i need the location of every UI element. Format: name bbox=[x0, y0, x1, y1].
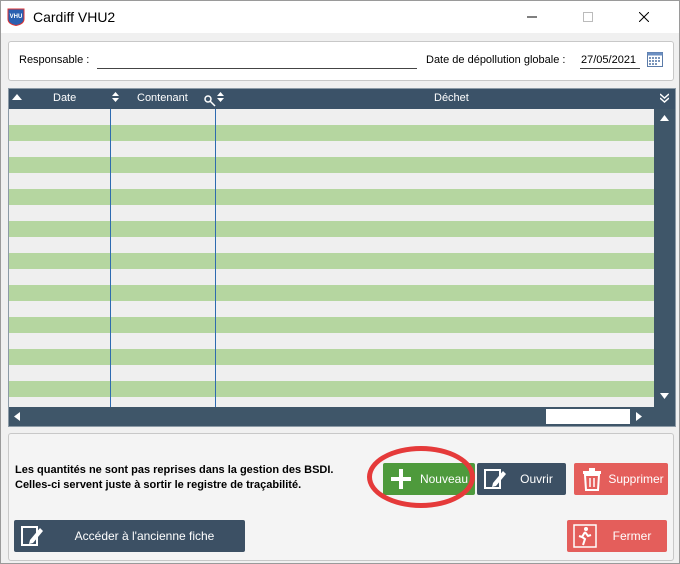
close-button-label: Fermer bbox=[612, 529, 652, 543]
date-field-underline bbox=[580, 68, 640, 69]
expand-down-icon[interactable] bbox=[660, 93, 669, 103]
responsable-field[interactable] bbox=[97, 68, 417, 69]
waste-table[interactable]: Date Contenant Déchet bbox=[8, 88, 676, 427]
table-row[interactable] bbox=[9, 269, 654, 285]
edit-icon bbox=[21, 526, 43, 546]
table-row[interactable] bbox=[9, 237, 654, 253]
maximize-button[interactable] bbox=[565, 1, 611, 33]
exit-icon bbox=[573, 524, 597, 548]
scroll-up-icon[interactable] bbox=[660, 115, 669, 121]
table-header: Date Contenant Déchet bbox=[9, 89, 675, 109]
calendar-icon[interactable] bbox=[647, 50, 663, 67]
icon-text: VHU bbox=[10, 14, 23, 20]
table-row[interactable] bbox=[9, 285, 654, 301]
close-icon bbox=[639, 12, 649, 22]
old-sheet-button-label: Accéder à l'ancienne fiche bbox=[74, 529, 215, 543]
edit-icon bbox=[484, 469, 506, 489]
trash-icon bbox=[583, 468, 601, 491]
table-body bbox=[9, 109, 654, 407]
column-header-dechet[interactable]: Déchet bbox=[434, 92, 469, 104]
close-window-button[interactable] bbox=[621, 1, 667, 33]
table-row[interactable] bbox=[9, 109, 654, 125]
column-header-date[interactable]: Date bbox=[53, 92, 76, 104]
highlight-circle bbox=[367, 446, 475, 508]
open-button-label: Ouvrir bbox=[520, 472, 553, 486]
table-row[interactable] bbox=[9, 189, 654, 205]
delete-button-label: Supprimer bbox=[608, 472, 664, 486]
info-note: Les quantités ne sont pas reprises dans … bbox=[15, 463, 375, 493]
table-row[interactable] bbox=[9, 221, 654, 237]
table-row[interactable] bbox=[9, 349, 654, 365]
scroll-left-icon[interactable] bbox=[14, 412, 20, 421]
info-note-line-1: Les quantités ne sont pas reprises dans … bbox=[15, 464, 334, 476]
title-bar[interactable]: VHU Cardiff VHU2 bbox=[1, 1, 679, 33]
close-button[interactable]: Fermer bbox=[567, 520, 667, 552]
minimize-button[interactable] bbox=[509, 1, 555, 33]
minimize-icon bbox=[527, 16, 537, 18]
table-row[interactable] bbox=[9, 381, 654, 397]
search-icon[interactable] bbox=[204, 95, 216, 107]
delete-button[interactable]: Supprimer bbox=[574, 463, 668, 495]
horizontal-scrollbar[interactable] bbox=[9, 407, 654, 426]
app-window: VHU Cardiff VHU2 Responsable : Date de d… bbox=[0, 0, 680, 564]
table-row[interactable] bbox=[9, 397, 654, 407]
actions-panel: Les quantités ne sont pas reprises dans … bbox=[8, 433, 674, 561]
scroll-right-icon[interactable] bbox=[636, 412, 642, 421]
column-divider bbox=[110, 109, 111, 407]
info-note-line-2: Celles-ci servent juste à sortir le regi… bbox=[15, 479, 302, 491]
scroll-down-icon[interactable] bbox=[660, 393, 669, 399]
sort-icon[interactable] bbox=[217, 91, 224, 103]
table-row[interactable] bbox=[9, 253, 654, 269]
table-row[interactable] bbox=[9, 301, 654, 317]
table-row[interactable] bbox=[9, 157, 654, 173]
table-row[interactable] bbox=[9, 317, 654, 333]
table-row[interactable] bbox=[9, 333, 654, 349]
table-row[interactable] bbox=[9, 365, 654, 381]
table-row[interactable] bbox=[9, 205, 654, 221]
column-divider bbox=[215, 109, 216, 407]
scroll-thumb[interactable] bbox=[546, 409, 630, 424]
scrollbar-corner bbox=[654, 407, 675, 426]
vhu-app-icon: VHU bbox=[7, 8, 25, 26]
date-field[interactable]: 27/05/2021 bbox=[581, 54, 636, 66]
maximize-icon bbox=[583, 12, 593, 22]
table-row[interactable] bbox=[9, 141, 654, 157]
table-row[interactable] bbox=[9, 173, 654, 189]
collapse-up-icon[interactable] bbox=[12, 93, 22, 101]
sort-icon[interactable] bbox=[112, 91, 119, 103]
open-button[interactable]: Ouvrir bbox=[477, 463, 566, 495]
vertical-scrollbar[interactable] bbox=[654, 109, 675, 407]
window-title: Cardiff VHU2 bbox=[33, 9, 116, 25]
header-form-panel: Responsable : Date de dépollution global… bbox=[8, 41, 674, 81]
column-header-contenant[interactable]: Contenant bbox=[137, 92, 188, 104]
date-label: Date de dépollution globale : bbox=[426, 54, 566, 66]
table-row[interactable] bbox=[9, 125, 654, 141]
responsable-label: Responsable : bbox=[19, 54, 90, 66]
old-sheet-button[interactable]: Accéder à l'ancienne fiche bbox=[14, 520, 245, 552]
